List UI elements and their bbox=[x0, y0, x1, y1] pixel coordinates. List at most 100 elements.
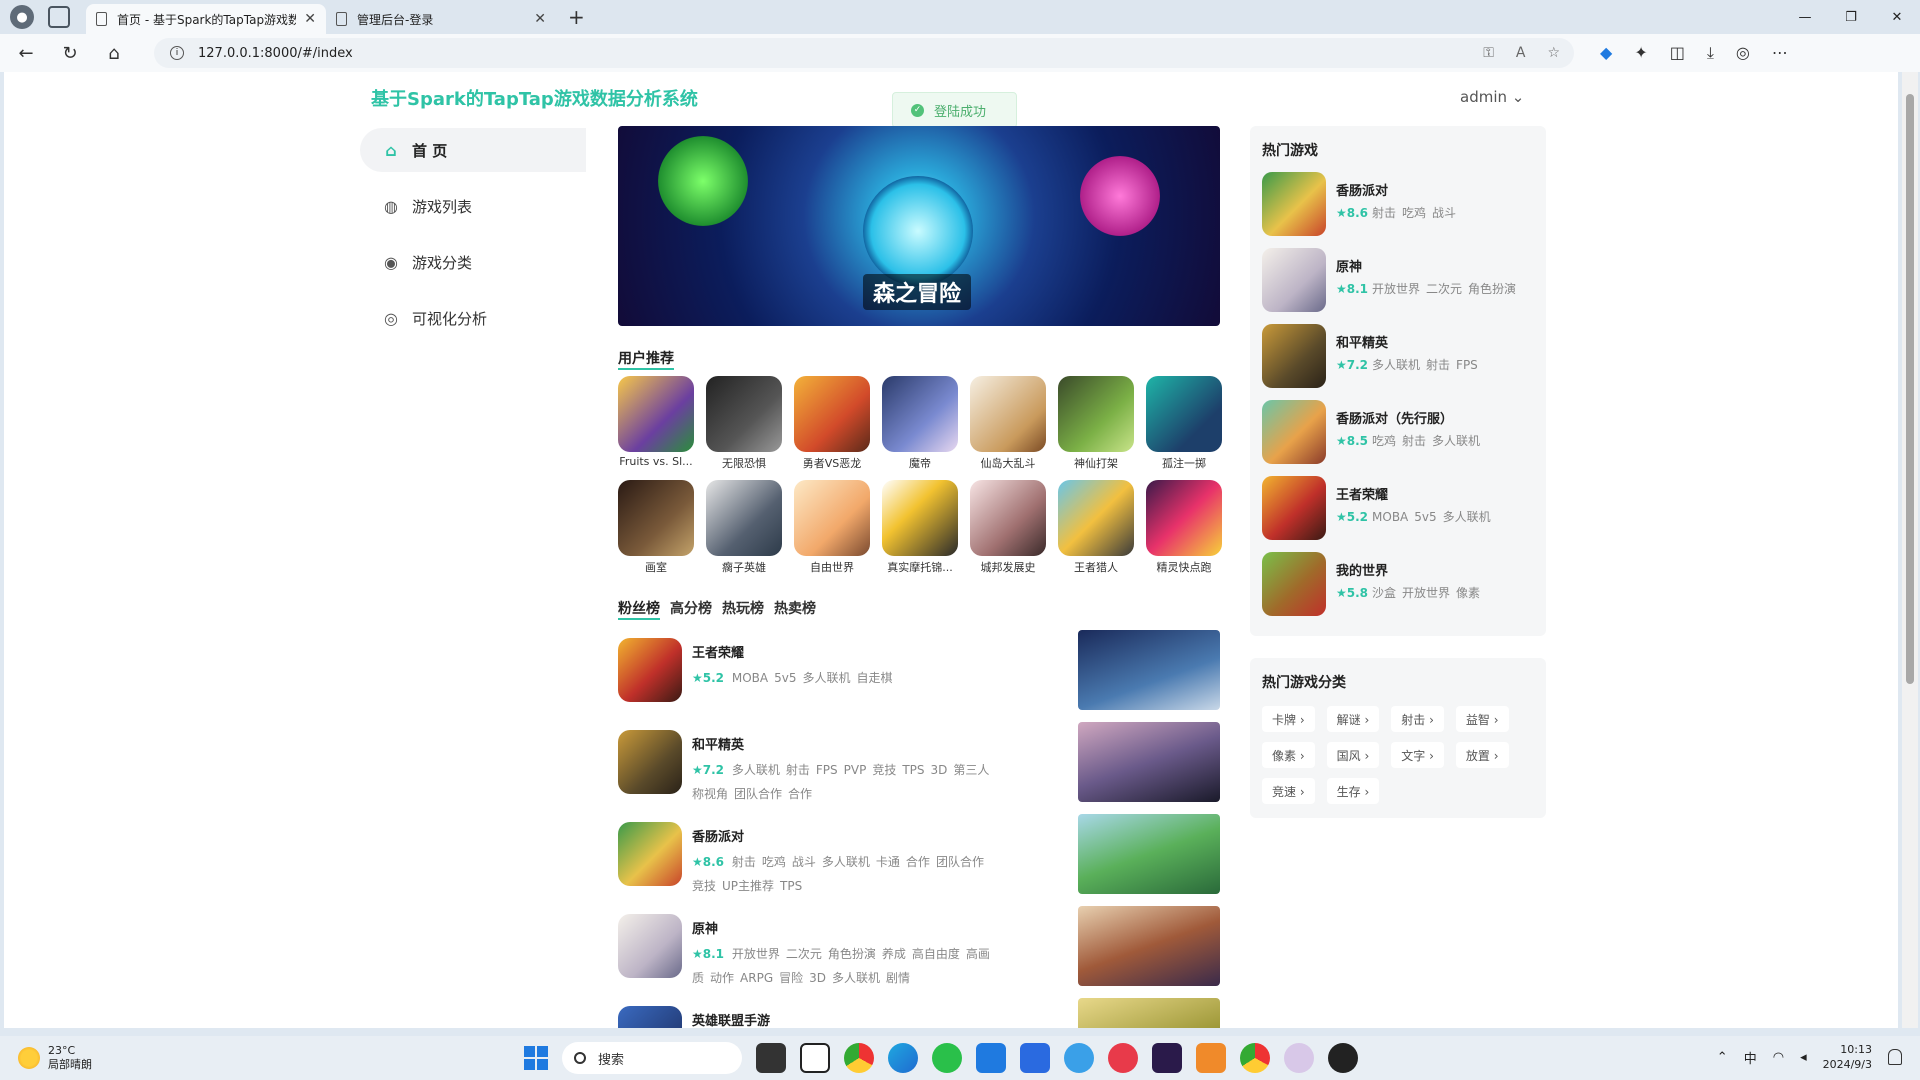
game-card[interactable]: 瘸子英雄 bbox=[706, 480, 782, 575]
game-screenshot[interactable] bbox=[1078, 630, 1220, 710]
home-icon[interactable]: ⌂ bbox=[96, 37, 132, 69]
split-screen-icon[interactable]: ◫ bbox=[1670, 43, 1685, 63]
category-chip[interactable]: 卡牌 › bbox=[1262, 706, 1315, 732]
app-icon[interactable] bbox=[1328, 1043, 1358, 1073]
more-icon[interactable]: ⋯ bbox=[1772, 43, 1788, 63]
file-explorer-icon[interactable] bbox=[756, 1043, 786, 1073]
list-item[interactable]: 王者荣耀 ★5.2 MOBA 5v5 多人联机 自走棋 bbox=[618, 630, 1220, 722]
close-tab-icon[interactable]: ✕ bbox=[304, 11, 316, 27]
category-chip[interactable]: 益智 › bbox=[1455, 706, 1509, 732]
game-card[interactable]: 神仙打架 bbox=[1058, 376, 1134, 471]
game-card[interactable]: 真实摩托锦... bbox=[882, 480, 958, 575]
app-icon[interactable] bbox=[1020, 1043, 1050, 1073]
tab-hot-play[interactable]: 热玩榜 bbox=[722, 598, 764, 620]
wechat-icon[interactable] bbox=[932, 1043, 962, 1073]
jetbrains-icon[interactable] bbox=[1152, 1043, 1182, 1073]
user-menu[interactable]: admin ⌄ bbox=[1460, 88, 1524, 106]
game-card[interactable]: 画室 bbox=[618, 480, 694, 575]
volume-icon[interactable]: ◂ bbox=[1800, 1050, 1807, 1065]
tab-hot-sale[interactable]: 热卖榜 bbox=[774, 598, 816, 620]
close-tab-icon[interactable]: ✕ bbox=[534, 11, 546, 27]
chevron-up-icon[interactable]: ⌃ bbox=[1717, 1050, 1728, 1065]
extension-icon[interactable]: ◆ bbox=[1600, 43, 1612, 63]
hot-game-item[interactable]: 和平精英 ★7.2 多人联机 射击 FPS bbox=[1250, 312, 1546, 388]
game-card[interactable]: 精灵快点跑 bbox=[1146, 480, 1222, 575]
scrollbar-thumb[interactable] bbox=[1906, 94, 1914, 684]
game-card[interactable]: 孤注一掷 bbox=[1146, 376, 1222, 471]
app-icon[interactable] bbox=[1064, 1043, 1094, 1073]
game-card[interactable]: 城邦发展史 bbox=[970, 480, 1046, 575]
downloads-icon[interactable]: ⤓ bbox=[1707, 43, 1714, 63]
category-chip[interactable]: 像素 › bbox=[1262, 742, 1315, 768]
site-title[interactable]: 基于Spark的TapTap游戏数据分析系统 bbox=[371, 85, 698, 111]
list-item[interactable]: 香肠派对 ★8.6 射击 吃鸡 战斗 多人联机 卡通 合作 团队合作竞技 UP主推荐 TPS bbox=[618, 814, 1220, 906]
category-chip[interactable]: 解谜 › bbox=[1326, 706, 1380, 732]
sidebar-item-home[interactable]: ⌂ 首 页 bbox=[360, 128, 586, 172]
list-item[interactable]: 英雄联盟手游 bbox=[618, 998, 1220, 1028]
sidebar-item-analytics[interactable]: ◎ 可视化分析 bbox=[360, 296, 586, 340]
vscode-icon[interactable] bbox=[976, 1043, 1006, 1073]
hot-game-item[interactable]: 王者荣耀 ★5.2 MOBA 5v5 多人联机 bbox=[1250, 464, 1546, 540]
key-icon[interactable]: ⚿ bbox=[1483, 45, 1494, 61]
workspaces-icon[interactable] bbox=[48, 6, 70, 28]
chrome-icon[interactable] bbox=[844, 1043, 874, 1073]
game-screenshot[interactable] bbox=[1078, 906, 1220, 986]
hot-game-item[interactable]: 我的世界 ★5.8 沙盒 开放世界 像素 bbox=[1250, 540, 1546, 616]
game-card[interactable]: 自由世界 bbox=[794, 480, 870, 575]
new-tab-button[interactable]: + bbox=[568, 5, 585, 29]
back-icon[interactable]: ← bbox=[8, 37, 44, 69]
game-screenshot[interactable] bbox=[1078, 814, 1220, 894]
url-field[interactable]: i 127.0.0.1:8000/#/index ⚿ A ☆ bbox=[154, 38, 1574, 68]
ime-indicator[interactable]: 中 bbox=[1744, 1048, 1757, 1067]
category-chip[interactable]: 竞速 › bbox=[1262, 778, 1315, 804]
tab-high-score[interactable]: 高分榜 bbox=[670, 598, 712, 620]
taskbar-search[interactable]: 搜索 bbox=[562, 1042, 742, 1074]
tab-home[interactable]: 首页 - 基于Spark的TapTap游戏数 ✕ bbox=[86, 4, 326, 34]
edge-icon[interactable] bbox=[888, 1043, 918, 1073]
banner-carousel[interactable]: 森之冒险 bbox=[618, 126, 1220, 326]
restore-icon[interactable]: ❐ bbox=[1828, 0, 1874, 34]
list-item[interactable]: 和平精英 ★7.2 多人联机 射击 FPS PVP 竞技 TPS 3D 第三人称视角 团队合作合… bbox=[618, 722, 1220, 814]
app-icon[interactable] bbox=[1196, 1043, 1226, 1073]
windows-start-icon[interactable] bbox=[524, 1046, 548, 1070]
category-chip[interactable]: 射击 › bbox=[1391, 706, 1444, 732]
category-chip[interactable]: 放置 › bbox=[1455, 742, 1509, 768]
copilot-icon[interactable]: ◎ bbox=[1736, 43, 1750, 63]
game-icon bbox=[794, 376, 870, 452]
game-screenshot[interactable] bbox=[1078, 722, 1220, 802]
profile-icon[interactable]: ● bbox=[10, 5, 34, 29]
game-card[interactable]: Fruits vs. Sl... bbox=[618, 376, 694, 471]
weather-widget[interactable]: 23°C 局部晴朗 bbox=[18, 1044, 92, 1072]
hot-game-item[interactable]: 原神 ★8.1 开放世界 二次元 角色扮演 bbox=[1250, 236, 1546, 312]
close-window-icon[interactable]: ✕ bbox=[1874, 0, 1920, 34]
sidebar-item-game-list[interactable]: ◍ 游戏列表 bbox=[360, 184, 586, 228]
hot-game-item[interactable]: 香肠派对（先行服） ★8.5 吃鸡 射击 多人联机 bbox=[1250, 388, 1546, 464]
game-card[interactable]: 王者猎人 bbox=[1058, 480, 1134, 575]
game-card[interactable]: 仙岛大乱斗 bbox=[970, 376, 1046, 471]
tab-fans[interactable]: 粉丝榜 bbox=[618, 598, 660, 620]
chrome-icon[interactable] bbox=[1240, 1043, 1270, 1073]
game-card[interactable]: 魔帝 bbox=[882, 376, 958, 471]
hot-game-item[interactable]: 香肠派对 ★8.6 射击 吃鸡 战斗 bbox=[1250, 160, 1546, 236]
app-icon[interactable] bbox=[1284, 1043, 1314, 1073]
category-chip[interactable]: 国风 › bbox=[1326, 742, 1380, 768]
notification-bell-icon[interactable] bbox=[1888, 1049, 1902, 1065]
game-screenshot[interactable] bbox=[1078, 998, 1220, 1028]
clock[interactable]: 10:13 2024/9/3 bbox=[1823, 1042, 1872, 1072]
category-chip[interactable]: 生存 › bbox=[1326, 778, 1380, 804]
notion-icon[interactable] bbox=[800, 1043, 830, 1073]
game-card[interactable]: 无限恐惧 bbox=[706, 376, 782, 471]
wifi-icon[interactable]: ◠ bbox=[1773, 1050, 1784, 1065]
refresh-icon[interactable]: ↻ bbox=[52, 37, 88, 69]
netease-music-icon[interactable] bbox=[1108, 1043, 1138, 1073]
tab-admin-login[interactable]: 管理后台-登录 ✕ bbox=[326, 4, 556, 34]
game-card[interactable]: 勇者VS恶龙 bbox=[794, 376, 870, 471]
sidebar-item-game-category[interactable]: ◉ 游戏分类 bbox=[360, 240, 586, 284]
list-item[interactable]: 原神 ★8.1 开放世界 二次元 角色扮演 养成 高自由度 高画质 动作 ARPG 冒险 3D 多人… bbox=[618, 906, 1220, 998]
site-info-icon[interactable]: i bbox=[170, 46, 184, 60]
minimize-icon[interactable]: — bbox=[1782, 0, 1828, 34]
category-chip[interactable]: 文字 › bbox=[1391, 742, 1444, 768]
puzzle-icon[interactable]: ✦ bbox=[1634, 43, 1647, 63]
read-aloud-icon[interactable]: A bbox=[1516, 45, 1526, 61]
favorite-star-icon[interactable]: ☆ bbox=[1547, 45, 1560, 61]
